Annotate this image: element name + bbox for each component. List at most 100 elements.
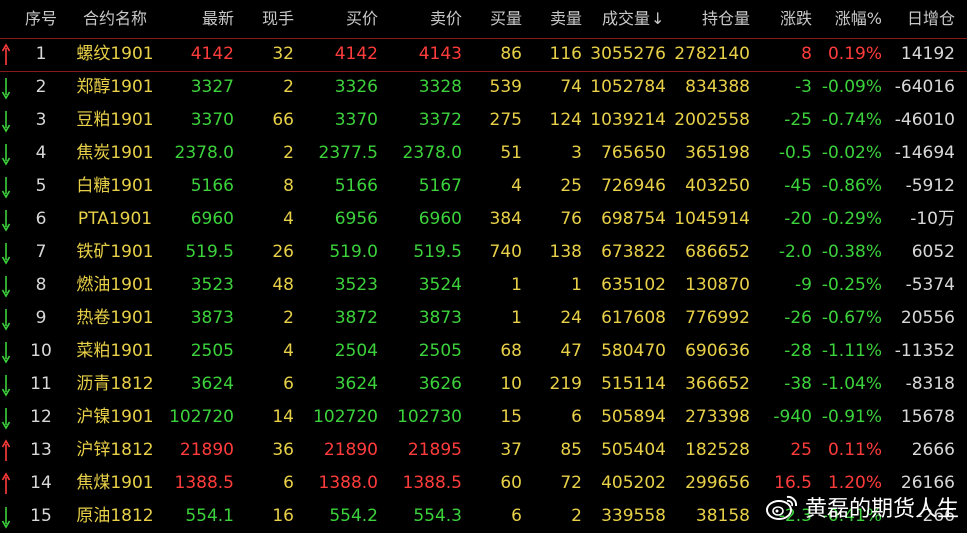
cell-bid-price: 3326 [334,77,378,97]
cell-change: 8 [801,44,812,64]
cell-current-hand: 6 [283,473,294,493]
cell-change-pct: -0.86% [821,176,882,196]
header-bidvol[interactable]: 买量 [476,0,522,38]
cell-open-interest: 299656 [685,473,750,493]
cell-oi-change: -11352 [894,341,955,361]
header-oi[interactable]: 持仓量 [690,0,750,38]
cell-seq: 5 [35,176,47,196]
cell-ask-volume: 138 [549,242,582,262]
cell-bid-price: 519.0 [329,242,378,262]
arrow-down-icon [1,144,11,166]
cell-open-interest: 2002558 [674,110,750,130]
header-volume[interactable]: 成交量 [592,0,650,38]
cell-volume: 339558 [601,506,666,526]
cell-oi-change: -5912 [905,176,955,196]
table-row[interactable]: 4 焦炭1901 2378.0 2 2377.5 2378.0 51 3 765650 36519… [0,137,967,170]
cell-ask-price: 1388.5 [402,473,462,493]
cell-current-hand: 2 [283,143,294,163]
cell-ask-volume: 72 [560,473,582,493]
table-row[interactable]: 8 燃油1901 3523 48 3523 3524 1 1 635102 130870 -9 -0.… [0,269,967,302]
cell-ask-price: 2505 [418,341,462,361]
cell-bid-volume: 384 [489,209,522,229]
cell-change-pct: -0.91% [821,407,882,427]
cell-current-hand: 66 [272,110,294,130]
header-ask[interactable]: 卖价 [404,0,462,38]
cell-change: 25 [790,440,812,460]
table-row[interactable]: 1 螺纹1901 4142 32 4142 4143 86 116 3055276 2782140… [0,38,967,72]
table-header: 序号 合约名称 最新 现手 买价 卖价 买量 卖量 成交量 ↓ 持仓量 涨跌 涨… [0,0,967,39]
cell-seq: 7 [35,242,47,262]
cell-ask-price: 554.3 [413,506,462,526]
cell-current-hand: 16 [272,506,294,526]
table-row[interactable]: 10 菜粕1901 2505 4 2504 2505 68 47 580470 690636 -28… [0,335,967,368]
cell-contract-name: 焦煤1901 [76,473,154,493]
cell-bid-price: 4142 [334,44,378,64]
cell-bid-price: 3624 [334,374,378,394]
cell-oi-change: 6052 [911,242,955,262]
table-row[interactable]: 9 热卷1901 3873 2 3872 3873 1 24 617608 776992 -26 -0… [0,302,967,335]
header-oichg[interactable]: 日增仓 [895,0,955,38]
cell-change: -38 [784,374,812,394]
watermark: 黄磊的期货人生 [765,492,959,522]
cell-contract-name: 焦炭1901 [76,143,154,163]
table-row[interactable]: 12 沪镍1901 102720 14 102720 102730 15 6 505894 273… [0,401,967,434]
cell-open-interest: 403250 [685,176,750,196]
cell-volume: 635102 [601,275,666,295]
table-row[interactable]: 2 郑醇1901 3327 2 3326 3328 539 74 1052784 834388 -3… [0,71,967,104]
header-bid[interactable]: 买价 [322,0,378,38]
header-chg[interactable]: 涨跌 [770,0,812,38]
arrow-up-icon [1,43,11,65]
cell-oi-change: -46010 [894,110,955,130]
cell-current-hand: 4 [283,209,294,229]
cell-change: -3 [795,77,812,97]
cell-open-interest: 130870 [685,275,750,295]
cell-oi-change: 20556 [900,308,955,328]
arrow-down-icon [1,375,11,397]
table-row[interactable]: 3 豆粕1901 3370 66 3370 3372 275 124 1039214 200255… [0,104,967,137]
table-row[interactable]: 7 铁矿1901 519.5 26 519.0 519.5 740 138 673822 6866… [0,236,967,269]
cell-open-interest: 834388 [685,77,750,97]
sort-desc-icon[interactable]: ↓ [651,0,665,38]
cell-seq: 15 [30,506,52,526]
header-pct[interactable]: 涨幅% [830,0,882,38]
cell-ask-volume: 2 [571,506,582,526]
cell-seq: 10 [30,341,52,361]
cell-last-price: 519.5 [185,242,234,262]
cell-seq: 6 [35,209,47,229]
cell-bid-volume: 51 [500,143,522,163]
cell-open-interest: 690636 [685,341,750,361]
cell-ask-volume: 3 [571,143,582,163]
cell-seq: 12 [30,407,52,427]
cell-change-pct: 0.19% [827,44,882,64]
cell-seq: 14 [30,473,52,493]
arrow-down-icon [1,408,11,430]
cell-change: -9 [795,275,812,295]
header-askvol[interactable]: 卖量 [536,0,582,38]
header-cur[interactable]: 现手 [250,0,294,38]
cell-volume: 3055276 [590,44,666,64]
cell-change-pct: -0.29% [821,209,882,229]
cell-oi-change: -14694 [894,143,955,163]
cell-ask-volume: 116 [549,44,582,64]
cell-bid-volume: 60 [500,473,522,493]
header-last[interactable]: 最新 [168,0,234,38]
table-row[interactable]: 13 沪锌1812 21890 36 21890 21895 37 85 505404 18252… [0,434,967,467]
arrow-down-icon [1,507,11,529]
cell-ask-price: 21895 [407,440,462,460]
cell-bid-price: 1388.0 [318,473,378,493]
cell-ask-volume: 1 [571,275,582,295]
cell-ask-price: 3626 [418,374,462,394]
header-name[interactable]: 合约名称 [70,0,160,38]
table-row[interactable]: 11 沥青1812 3624 6 3624 3626 10 219 515114 366652 -3… [0,368,967,401]
table-row[interactable]: 5 白糖1901 5166 8 5166 5167 4 25 726946 403250 -45 -0… [0,170,967,203]
cell-ask-volume: 25 [560,176,582,196]
cell-change: -20 [784,209,812,229]
table-row[interactable]: 6 PTA1901 6960 4 6956 6960 384 76 698754 1045914 -… [0,203,967,236]
cell-ask-price: 2378.0 [402,143,462,163]
cell-contract-name: 沪锌1812 [76,440,154,460]
cell-bid-volume: 4 [511,176,522,196]
cell-seq: 1 [35,44,47,64]
weibo-icon [765,495,797,520]
header-seq[interactable]: 序号 [20,0,62,38]
cell-open-interest: 2782140 [674,44,750,64]
